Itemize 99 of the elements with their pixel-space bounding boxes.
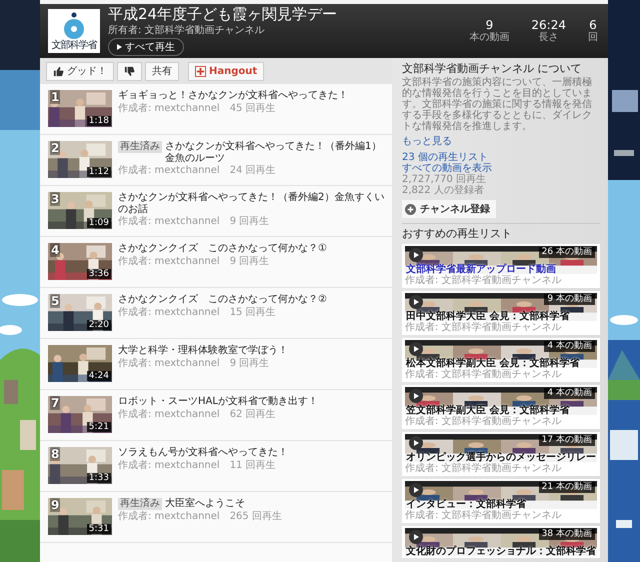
watched-badge: 再生済み: [118, 141, 162, 152]
share-button[interactable]: 共有: [145, 62, 179, 80]
play-icon[interactable]: [409, 248, 423, 262]
video-number: 3: [50, 192, 60, 206]
playlist-card[interactable]: 26 本の動画 文部科学省最新アップロード動画 作成者: 文部科学省動画チャンネル: [402, 244, 600, 288]
video-title[interactable]: ロボット・スーツHALが文科省で動き出す！: [118, 396, 318, 408]
video-title[interactable]: さかなクンクイズ このさかなって何かな？①: [118, 243, 327, 254]
playlist-author: 作成者: 文部科学省動画チャンネル: [405, 510, 563, 522]
about-heading: 文部科学省動画チャンネル について: [402, 63, 582, 76]
playlist-title[interactable]: 田中文部科学大臣 会見：文部科学省: [406, 311, 570, 322]
play-icon: [117, 44, 122, 50]
stat-label: 回: [588, 32, 598, 44]
video-number: 5: [50, 294, 60, 308]
emblem-icon: [61, 12, 87, 40]
playlist-title[interactable]: 文化財のプロフェッショナル：文部科学省: [406, 546, 596, 558]
playlist-author: 作成者: 文部科学省動画チャンネル: [405, 275, 563, 286]
playlist-author: 作成者: 文部科学省動画チャンネル: [405, 416, 563, 428]
playlist-author: 作成者: 文部科学省動画チャンネル: [405, 369, 563, 380]
stat-label: 本の動画: [469, 32, 510, 44]
play-icon[interactable]: [409, 295, 423, 310]
play-icon[interactable]: [409, 389, 423, 404]
channel-stat: 2,727,770 回再生: [402, 174, 486, 186]
video-count: 21 本の動画: [538, 482, 595, 493]
stat-value: 26:24: [531, 18, 566, 32]
playlist-card[interactable]: 17 本の動画 オリンピック選手からのメッセージリレー 作成者: 文部科学省動画チャンネル: [402, 432, 600, 476]
video-number: 9: [50, 498, 60, 512]
video-duration: 3:36: [86, 269, 111, 279]
video-duration: 5:21: [86, 422, 111, 432]
play-icon[interactable]: [409, 530, 423, 544]
video-meta: 作成者: mextchannel 45 回再生: [118, 102, 277, 114]
channel-link[interactable]: 23 個の再生リスト: [402, 152, 488, 164]
channel-stat: 2,822 人の登録者: [402, 185, 484, 196]
video-meta: 作成者: mextchannel 62 回再生: [118, 408, 277, 420]
video-duration: 1:12: [86, 167, 111, 177]
channel-description: 文部科学省の施策内容について、一層積極的な情報発信を行うことを目的としています。文部科学省の施策に関する情報を発信する手段を多様化するとともに、ダイレクトな情報発信を推進します。: [402, 77, 593, 132]
playlist-title[interactable]: 松本文部科学副大臣 会見：文部科学省: [406, 358, 580, 370]
video-count: 17 本の動画: [538, 435, 595, 446]
stat-value: 9: [486, 18, 494, 32]
video-duration: 1:18: [86, 116, 111, 126]
video-title[interactable]: 大臣室へようこそ: [165, 498, 282, 510]
plus-icon: [195, 66, 206, 76]
play-icon[interactable]: [409, 483, 423, 498]
thumbs-up-icon: [53, 66, 64, 76]
video-count: 38 本の動画: [538, 529, 595, 540]
thumbs-down-icon: [124, 66, 135, 76]
video-count: 26 本の動画: [538, 247, 595, 258]
play-icon[interactable]: [409, 342, 423, 356]
video-meta: 作成者: mextchannel 11 回再生: [118, 460, 277, 470]
playlist-card[interactable]: 4 本の動画 松本文部科学副大臣 会見：文部科学省 作成者: 文部科学省動画チャンネル: [402, 338, 600, 382]
video-duration: 2:20: [86, 320, 111, 330]
more-link[interactable]: もっと見る: [402, 136, 452, 148]
channel-link[interactable]: すべての動画を表示: [402, 163, 492, 174]
dislike-button[interactable]: [117, 62, 142, 80]
video-number: 4: [50, 243, 60, 257]
video-meta: 作成者: mextchannel 9 回再生: [118, 358, 270, 368]
owner-text: 所有者: 文部科学省動画チャンネル: [108, 24, 266, 36]
hangout-button[interactable]: Hangout: [188, 62, 264, 80]
playlist-title[interactable]: オリンピック選手からのメッセージリレー: [406, 452, 596, 464]
logo-text: 文部科学省: [52, 40, 96, 50]
video-duration: 1:33: [86, 473, 111, 483]
video-count: 4 本の動画: [544, 388, 595, 399]
video-meta: 作成者: mextchannel 9 回再生: [118, 216, 270, 227]
stat-value: 6: [589, 18, 597, 32]
playlist-title[interactable]: インタビュー：文部科学省: [406, 499, 526, 510]
video-title[interactable]: さかなクンクイズ このさかなって何かな？②: [118, 294, 327, 306]
playlist-card[interactable]: 9 本の動画 田中文部科学大臣 会見：文部科学省 作成者: 文部科学省動画チャンネル: [402, 291, 600, 336]
playlist-title: 平成24年度子ども霞ヶ関見学デー: [108, 6, 338, 23]
video-count: 4 本の動画: [544, 341, 595, 352]
playlist-title[interactable]: 文部科学省最新アップロード動画: [406, 264, 556, 276]
playlist-author: 作成者: 文部科学省動画チャンネル: [405, 322, 563, 334]
playlist-card[interactable]: 4 本の動画 笠文部科学副大臣 会見：文部科学省 作成者: 文部科学省動画チャンネル: [402, 385, 600, 430]
video-number: 1: [50, 90, 60, 104]
video-title[interactable]: 大学と科学・理科体験教室で学ぼう！: [118, 345, 288, 356]
video-number: 8: [50, 447, 60, 461]
video-meta: 作成者: mextchannel 265 回再生: [118, 510, 282, 522]
video-duration: 1:09: [86, 218, 111, 228]
video-title[interactable]: ソラえもん号が文科省へやってきた！: [118, 447, 288, 458]
video-meta: 作成者: mextchannel 15 回再生: [118, 306, 277, 318]
playlist-author: 作成者: 文部科学省動画チャンネル: [405, 463, 563, 474]
playlist-card[interactable]: 21 本の動画 インタビュー：文部科学省 作成者: 文部科学省動画チャンネル: [402, 479, 600, 524]
stat-label: 長さ: [538, 32, 559, 44]
play-all-button[interactable]: すべて再生: [108, 38, 184, 56]
video-title[interactable]: さかなクンが文科省へやってきた！（番外編1）金魚のルーツ: [165, 141, 386, 164]
video-duration: 5:31: [86, 524, 111, 534]
section-heading: おすすめの再生リスト: [402, 228, 513, 240]
like-button[interactable]: グッド！: [46, 62, 114, 80]
video-title[interactable]: ギョギョっと！さかなクンが文科省へやってきた！: [118, 90, 348, 102]
video-count: 9 本の動画: [544, 294, 595, 305]
video-title[interactable]: さかなクンが文科省へやってきた！（番外編2）金魚すくいのお話: [118, 192, 386, 215]
video-number: 2: [50, 141, 60, 155]
video-duration: 4:24: [86, 371, 111, 381]
play-icon[interactable]: [409, 436, 423, 450]
playlist-card[interactable]: 38 本の動画 文化財のプロフェッショナル：文部科学省: [402, 526, 600, 558]
plus-icon: [405, 204, 416, 215]
watched-badge: 再生済み: [118, 498, 162, 510]
playlist-title[interactable]: 笠文部科学副大臣 会見：文部科学省: [406, 405, 570, 416]
video-meta: 作成者: mextchannel 9 回再生: [118, 256, 270, 266]
video-meta: 作成者: mextchannel 24 回再生: [118, 165, 277, 176]
subscribe-button[interactable]: チャンネル登録: [402, 200, 496, 218]
